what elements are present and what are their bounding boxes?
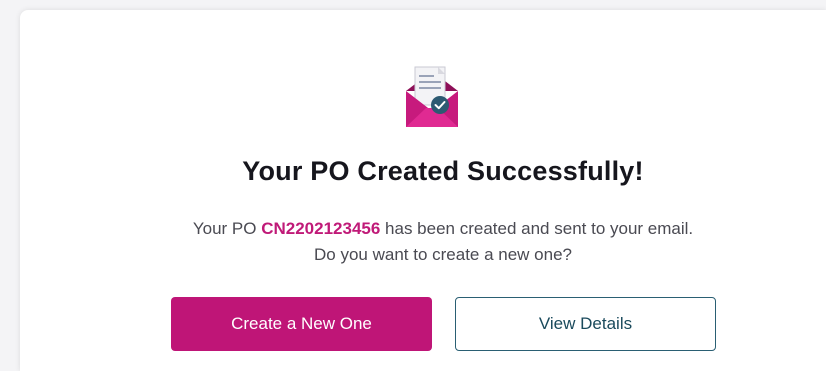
po-number: CN2202123456 bbox=[261, 219, 381, 238]
success-dialog: Your PO Created Successfully! Your PO CN… bbox=[20, 10, 826, 371]
create-new-button[interactable]: Create a New One bbox=[171, 297, 432, 351]
message-prefix: Your PO bbox=[192, 219, 262, 238]
message-line-2: Do you want to create a new one? bbox=[314, 245, 572, 264]
dialog-title: Your PO Created Successfully! bbox=[242, 156, 644, 186]
view-details-button[interactable]: View Details bbox=[455, 297, 716, 351]
envelope-check-icon bbox=[402, 65, 462, 129]
message-suffix: has been created and sent to your email. bbox=[380, 219, 694, 238]
message-line-1: Your PO CN2202123456 has been created an… bbox=[20, 216, 826, 242]
dialog-message: Your PO CN2202123456 has been created an… bbox=[20, 216, 826, 268]
page: Your PO Created Successfully! Your PO CN… bbox=[0, 0, 826, 371]
